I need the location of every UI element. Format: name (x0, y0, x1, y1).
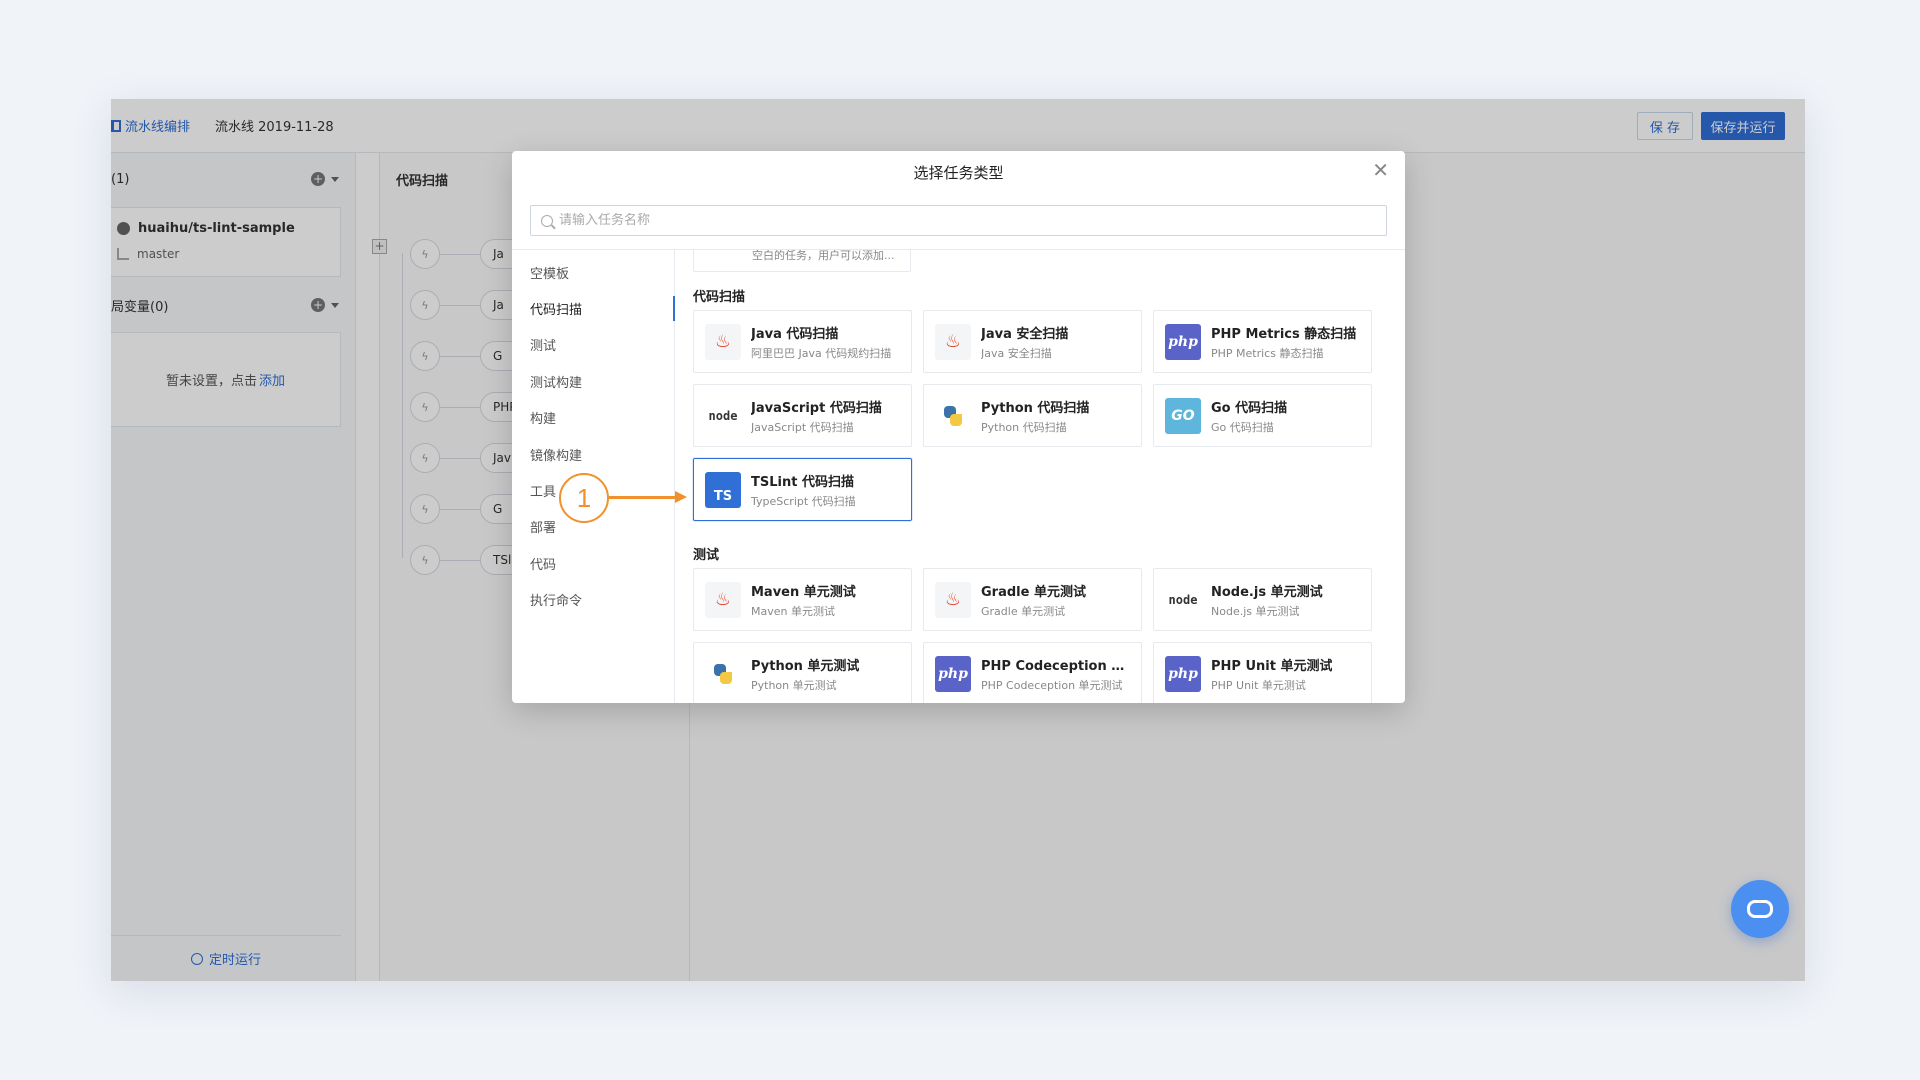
java-icon: ♨ (935, 323, 971, 360)
task-card[interactable]: Python 代码扫描 Python 代码扫描 (923, 384, 1142, 447)
category-item[interactable]: 执行命令 (512, 582, 674, 618)
task-type-modal: 选择任务类型 ✕ 空模板代码扫描测试测试构建构建镜像构建工具部署代码执行命令 空… (512, 151, 1405, 703)
task-card[interactable]: Python 单元测试 Python 单元测试 (693, 642, 912, 703)
task-card[interactable]: ♨ Java 安全扫描 Java 安全扫描 (923, 310, 1142, 373)
php-icon: php (1165, 323, 1201, 360)
task-card-name: JavaScript 代码扫描 (751, 400, 882, 416)
category-item[interactable]: 构建 (512, 400, 674, 436)
task-card-desc: Go 代码扫描 (1211, 420, 1274, 434)
annotation-arrow-head (675, 491, 687, 503)
task-card[interactable]: ♨ Gradle 单元测试 Gradle 单元测试 (923, 568, 1142, 631)
annotation-arrow-line (609, 496, 679, 499)
task-card-name: Java 代码扫描 (751, 326, 839, 342)
task-card[interactable]: GO Go 代码扫描 Go 代码扫描 (1153, 384, 1372, 447)
nodejs-icon: node (1165, 581, 1201, 618)
task-search-input[interactable] (559, 213, 1339, 228)
chat-support-button[interactable] (1731, 880, 1789, 938)
task-card-desc: Maven 单元测试 (751, 604, 835, 618)
php-icon: php (1165, 655, 1201, 692)
section-title: 测试 (693, 548, 720, 563)
task-card-name: Gradle 单元测试 (981, 584, 1086, 600)
task-card[interactable]: ♨ Maven 单元测试 Maven 单元测试 (693, 568, 912, 631)
section-title: 代码扫描 (693, 290, 746, 305)
task-card[interactable]: php PHP Codeception 单元... PHP Codeception … (923, 642, 1142, 703)
category-item[interactable]: 空模板 (512, 254, 674, 290)
task-card-desc: Node.js 单元测试 (1211, 604, 1300, 618)
task-card-desc: TypeScript 代码扫描 (751, 494, 856, 508)
modal-title: 选择任务类型 (913, 164, 1004, 182)
task-card-name: Java 安全扫描 (981, 326, 1069, 342)
close-icon[interactable]: ✕ (1372, 160, 1389, 180)
task-card-name: Go 代码扫描 (1211, 400, 1288, 416)
task-card[interactable]: php PHP Unit 单元测试 PHP Unit 单元测试 (1153, 642, 1372, 703)
task-card-desc: Java 安全扫描 (981, 346, 1052, 360)
category-item[interactable]: 测试 (512, 327, 674, 363)
task-card[interactable]: node JavaScript 代码扫描 JavaScript 代码扫描 (693, 384, 912, 447)
python-icon (935, 397, 971, 434)
php-icon: php (935, 655, 971, 692)
task-card-name: Python 单元测试 (751, 658, 860, 674)
category-item[interactable]: 测试构建 (512, 363, 674, 399)
task-card-name: Python 代码扫描 (981, 400, 1090, 416)
java-icon: ♨ (705, 323, 741, 360)
task-card-desc: PHP Metrics 静态扫描 (1211, 346, 1324, 360)
task-card-desc: PHP Unit 单元测试 (1211, 678, 1306, 692)
blank-template-card[interactable]: 空白的任务，用户可以添加... (693, 250, 911, 272)
task-card-name: PHP Codeception 单元... (981, 658, 1136, 674)
task-card[interactable]: ♨ Java 代码扫描阿里巴巴 Java 代码规约扫描 (693, 310, 912, 373)
python-icon (705, 655, 741, 692)
go-icon: GO (1165, 397, 1201, 434)
task-card-name: Maven 单元测试 (751, 584, 856, 600)
task-card-desc: Python 单元测试 (751, 678, 837, 692)
task-card-name: TSLint 代码扫描 (751, 474, 854, 490)
java-icon: ♨ (705, 581, 741, 618)
task-card-name: PHP Unit 单元测试 (1211, 658, 1333, 674)
chat-icon (1747, 900, 1773, 918)
task-search[interactable] (530, 205, 1387, 236)
task-card[interactable]: node Node.js 单元测试 Node.js 单元测试 (1153, 568, 1372, 631)
category-item[interactable]: 代码扫描 (512, 290, 675, 326)
typescript-icon: TS (705, 471, 741, 508)
task-card-desc: PHP Codeception 单元测试 (981, 678, 1123, 692)
search-icon (541, 214, 553, 227)
task-list: 空白的任务，用户可以添加... 代码扫描 ♨ Java 代码扫描阿里巴巴 Java… (675, 250, 1405, 703)
task-card-desc: 阿里巴巴 Java 代码规约扫描 (751, 346, 892, 360)
task-card-name: Node.js 单元测试 (1211, 584, 1323, 600)
task-card[interactable]: php PHP Metrics 静态扫描 PHP Metrics 静态扫描 (1153, 310, 1372, 373)
nodejs-icon: node (705, 397, 741, 434)
java-icon: ♨ (935, 581, 971, 618)
task-card-desc: Gradle 单元测试 (981, 604, 1066, 618)
task-card-name: PHP Metrics 静态扫描 (1211, 326, 1357, 342)
task-card-desc: Python 代码扫描 (981, 420, 1067, 434)
task-card[interactable]: TS TSLint 代码扫描 TypeScript 代码扫描 (693, 458, 912, 521)
category-item[interactable]: 镜像构建 (512, 436, 674, 472)
annotation-callout: 1 (559, 473, 609, 523)
category-item[interactable]: 代码 (512, 545, 674, 581)
code-scan-grid: ♨ Java 代码扫描阿里巴巴 Java 代码规约扫描 ♨ Java 安全扫描 Java… (693, 310, 1372, 521)
task-card-desc: JavaScript 代码扫描 (751, 420, 854, 434)
test-grid: ♨ Maven 单元测试 Maven 单元测试 ♨ Gradle 单元测试 Gradle … (693, 568, 1372, 703)
